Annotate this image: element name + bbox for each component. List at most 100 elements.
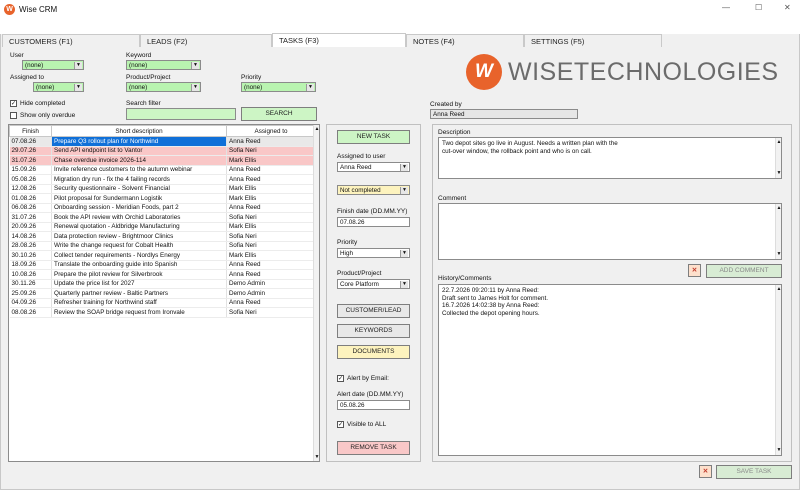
row-assigned-to[interactable]: Anna Reed bbox=[226, 203, 316, 213]
row-description[interactable]: Quarterly partner review - Baltic Partne… bbox=[51, 288, 227, 299]
table-row[interactable]: 28.08.26 Write the change request for Cob… bbox=[9, 241, 316, 251]
close-button[interactable]: ✕ bbox=[784, 3, 791, 12]
row-description[interactable]: Onboarding session - Meridian Foods, par… bbox=[51, 203, 227, 213]
row-assigned-to[interactable]: Mark Ellis bbox=[226, 184, 316, 194]
row-finish-date[interactable]: 05.08.26 bbox=[9, 174, 52, 185]
row-assigned-to[interactable]: Anna Reed bbox=[226, 174, 316, 185]
finish-date-input[interactable]: 07.08.26 bbox=[337, 217, 410, 227]
table-row[interactable]: 12.08.26 Security questionnaire - Solvent… bbox=[9, 184, 316, 194]
tab-notes[interactable]: NOTES (F4) bbox=[406, 34, 524, 47]
task-priority-select[interactable]: High ▼ bbox=[337, 248, 410, 258]
row-finish-date[interactable]: 10.08.26 bbox=[9, 269, 52, 280]
row-finish-date[interactable]: 30.11.26 bbox=[9, 279, 52, 289]
row-finish-date[interactable]: 08.08.26 bbox=[9, 307, 52, 318]
row-finish-date[interactable]: 31.07.26 bbox=[9, 212, 52, 223]
alert-email-checkbox[interactable]: ✓ bbox=[337, 375, 344, 382]
keywords-button[interactable]: KEYWORDS bbox=[337, 324, 410, 338]
table-row[interactable]: 07.08.26 Prepare Q3 rollout plan for Nort… bbox=[9, 136, 316, 147]
row-finish-date[interactable]: 12.08.26 bbox=[9, 184, 52, 194]
tab-settings[interactable]: SETTINGS (F5) bbox=[524, 34, 662, 47]
assigned-user-select[interactable]: Anna Reed ▼ bbox=[337, 162, 410, 172]
table-row[interactable]: 06.08.26 Onboarding session - Meridian Fo… bbox=[9, 203, 316, 213]
table-row[interactable]: 20.09.26 Renewal quotation - Aldbridge Ma… bbox=[9, 222, 316, 232]
table-row[interactable]: 30.10.26 Collect tender requirements - No… bbox=[9, 250, 316, 261]
col-header-assigned[interactable]: Assigned to bbox=[226, 125, 316, 137]
row-assigned-to[interactable]: Anna Reed bbox=[226, 260, 316, 270]
cancel-edit-button[interactable]: ✕ bbox=[699, 465, 712, 478]
table-row[interactable]: 30.11.26 Update the price list for 2027 De… bbox=[9, 279, 316, 289]
documents-button[interactable]: DOCUMENTS bbox=[337, 345, 410, 359]
table-row[interactable]: 31.07.26 Book the API review with Orchid … bbox=[9, 212, 316, 223]
table-row[interactable]: 05.08.26 Migration dry run - fix the 4 fa… bbox=[9, 174, 316, 185]
row-assigned-to[interactable]: Sofia Neri bbox=[226, 146, 316, 156]
row-description[interactable]: Chase overdue invoice 2026-114 bbox=[51, 155, 227, 166]
task-list-scrollbar[interactable]: ▲ ▼ bbox=[313, 125, 319, 461]
row-description[interactable]: Collect tender requirements - Nordlys En… bbox=[51, 250, 227, 261]
show-overdue-checkbox[interactable] bbox=[10, 112, 17, 119]
maximize-button[interactable]: ☐ bbox=[755, 3, 762, 12]
keyword-filter-select[interactable]: (none) ▼ bbox=[126, 60, 201, 70]
row-description[interactable]: Pilot proposal for Sundermann Logistik bbox=[51, 193, 227, 204]
product-filter-select[interactable]: (none) ▼ bbox=[126, 82, 201, 92]
row-finish-date[interactable]: 29.07.26 bbox=[9, 146, 52, 156]
row-assigned-to[interactable]: Sofia Neri bbox=[226, 307, 316, 318]
row-finish-date[interactable]: 15.09.26 bbox=[9, 165, 52, 175]
row-description[interactable]: Send API endpoint list to Vantor bbox=[51, 146, 227, 156]
row-assigned-to[interactable]: Mark Ellis bbox=[226, 250, 316, 261]
search-button[interactable]: SEARCH bbox=[241, 107, 317, 121]
tab-tasks[interactable]: TASKS (F3) bbox=[272, 33, 406, 47]
search-input[interactable] bbox=[126, 108, 236, 120]
remove-task-button[interactable]: REMOVE TASK bbox=[337, 441, 410, 455]
row-description[interactable]: Data protection review - Brightmoor Clin… bbox=[51, 231, 227, 242]
table-row[interactable]: 01.08.26 Pilot proposal for Sundermann Lo… bbox=[9, 193, 316, 204]
col-header-finish[interactable]: Finish bbox=[9, 125, 52, 137]
assigned-filter-select[interactable]: (none) ▼ bbox=[33, 82, 84, 92]
row-assigned-to[interactable]: Anna Reed bbox=[226, 136, 316, 147]
status-select[interactable]: Not completed ▼ bbox=[337, 185, 410, 195]
row-assigned-to[interactable]: Mark Ellis bbox=[226, 222, 316, 232]
row-finish-date[interactable]: 06.08.26 bbox=[9, 203, 52, 213]
tab-leads[interactable]: LEADS (F2) bbox=[140, 34, 272, 47]
row-finish-date[interactable]: 31.07.26 bbox=[9, 155, 52, 166]
row-description[interactable]: Prepare the pilot review for Silverbrook bbox=[51, 269, 227, 280]
row-description[interactable]: Renewal quotation - Aldbridge Manufactur… bbox=[51, 222, 227, 232]
row-description[interactable]: Update the price list for 2027 bbox=[51, 279, 227, 289]
table-row[interactable]: 18.09.26 Translate the onboarding guide i… bbox=[9, 260, 316, 270]
row-description[interactable]: Book the API review with Orchid Laborato… bbox=[51, 212, 227, 223]
row-finish-date[interactable]: 28.08.26 bbox=[9, 241, 52, 251]
table-row[interactable]: 14.08.26 Data protection review - Brightm… bbox=[9, 231, 316, 242]
row-description[interactable]: Translate the onboarding guide into Span… bbox=[51, 260, 227, 270]
row-assigned-to[interactable]: Mark Ellis bbox=[226, 193, 316, 204]
row-description[interactable]: Refresher training for Northwind staff bbox=[51, 298, 227, 308]
hide-completed-checkbox[interactable]: ✓ bbox=[10, 100, 17, 107]
row-finish-date[interactable]: 20.09.26 bbox=[9, 222, 52, 232]
row-assigned-to[interactable]: Sofia Neri bbox=[226, 241, 316, 251]
col-header-description[interactable]: Short description bbox=[51, 125, 227, 137]
comment-scrollbar[interactable]: ▲ ▼ bbox=[775, 204, 781, 259]
add-comment-button[interactable]: ADD COMMENT bbox=[706, 264, 782, 278]
comment-textarea[interactable]: ▲ ▼ bbox=[438, 203, 782, 260]
row-finish-date[interactable]: 01.08.26 bbox=[9, 193, 52, 204]
table-row[interactable]: 31.07.26 Chase overdue invoice 2026-114 Ma… bbox=[9, 155, 316, 166]
history-scrollbar[interactable]: ▲ ▼ bbox=[775, 285, 781, 455]
row-assigned-to[interactable]: Anna Reed bbox=[226, 298, 316, 308]
row-assigned-to[interactable]: Anna Reed bbox=[226, 165, 316, 175]
description-scrollbar[interactable]: ▲ ▼ bbox=[775, 138, 781, 178]
row-finish-date[interactable]: 04.09.26 bbox=[9, 298, 52, 308]
customer-lead-button[interactable]: CUSTOMER/LEAD bbox=[337, 304, 410, 318]
row-description[interactable]: Security questionnaire - Solvent Financi… bbox=[51, 184, 227, 194]
row-assigned-to[interactable]: Demo Admin bbox=[226, 288, 316, 299]
user-filter-select[interactable]: (none) ▼ bbox=[22, 60, 84, 70]
row-finish-date[interactable]: 25.09.26 bbox=[9, 288, 52, 299]
row-description[interactable]: Write the change request for Cobalt Heal… bbox=[51, 241, 227, 251]
new-task-button[interactable]: NEW TASK bbox=[337, 130, 410, 144]
table-row[interactable]: 10.08.26 Prepare the pilot review for Sil… bbox=[9, 269, 316, 280]
row-description[interactable]: Review the SOAP bridge request from Iron… bbox=[51, 307, 227, 318]
table-row[interactable]: 25.09.26 Quarterly partner review - Balti… bbox=[9, 288, 316, 299]
row-finish-date[interactable]: 30.10.26 bbox=[9, 250, 52, 261]
task-product-select[interactable]: Core Platform ▼ bbox=[337, 279, 410, 289]
row-assigned-to[interactable]: Mark Ellis bbox=[226, 155, 316, 166]
table-row[interactable]: 29.07.26 Send API endpoint list to Vantor… bbox=[9, 146, 316, 156]
visible-all-checkbox[interactable]: ✓ bbox=[337, 421, 344, 428]
row-assigned-to[interactable]: Demo Admin bbox=[226, 279, 316, 289]
